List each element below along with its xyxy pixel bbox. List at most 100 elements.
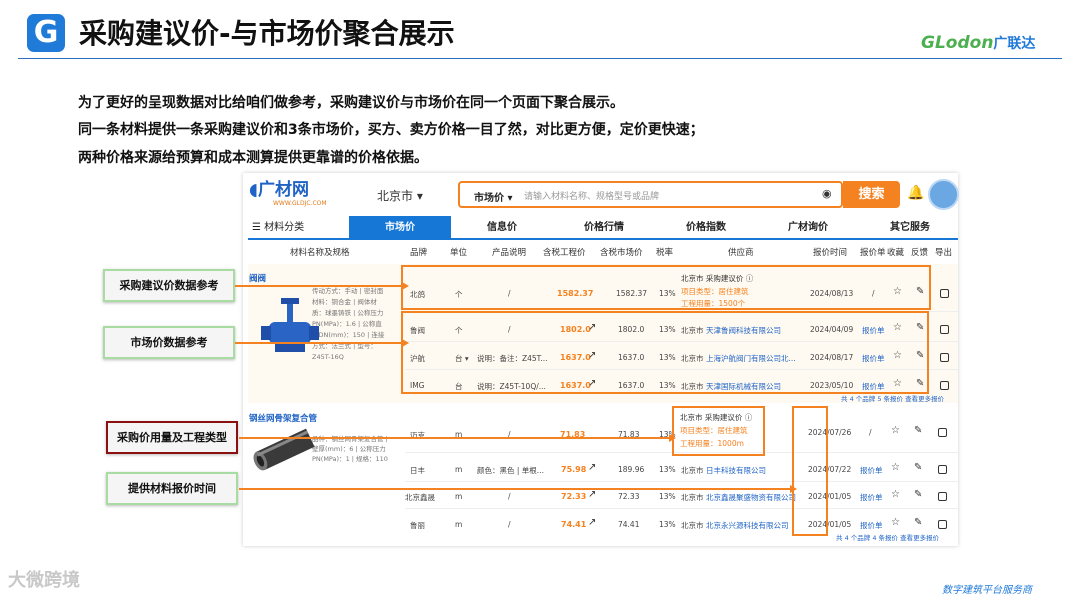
city-select[interactable]: 北京市 ▾ — [377, 187, 423, 204]
col-header-quote: 报价单 — [860, 248, 886, 258]
g2r3-export-checkbox[interactable] — [938, 492, 947, 501]
col-header-supplier: 供应商 — [728, 248, 754, 258]
avatar[interactable] — [928, 179, 959, 210]
col-header-mkt-price[interactable]: 含税市场价 — [600, 246, 643, 258]
brand-logo-icon: G — [27, 14, 65, 52]
col-header-eng-price[interactable]: 含税工程价 — [543, 246, 586, 258]
g2r3-supplier-link[interactable]: 北京鑫晟聚盛物资有限公司 — [706, 492, 796, 503]
arrow-line — [235, 342, 403, 344]
callout-quote-time: 提供材料报价时间 — [106, 472, 238, 505]
col-header-time: 报价时间 — [813, 248, 848, 258]
g2r2-export-checkbox[interactable] — [938, 465, 947, 474]
tab-info-price[interactable]: 信息价 — [451, 216, 553, 240]
slide-title: 采购建议价-与市场价聚合展示 — [79, 17, 455, 50]
intro-line-1: 为了更好的呈现数据对比给咱们做参考，采购建议价与市场价在同一个页面下聚合展示。 — [78, 95, 624, 111]
g2r3-trend-icon[interactable]: ↗ — [588, 489, 596, 500]
gcw-logo-sub: WWW.GLDJC.COM — [273, 200, 327, 207]
search-input[interactable]: 请输入材料名称、规格型号或品牌 — [524, 189, 659, 202]
pipe-image — [253, 428, 315, 471]
g2r4-tax: 13% — [659, 520, 676, 529]
tab-price-index[interactable]: 价格指数 — [655, 216, 757, 240]
tab-inquiry[interactable]: 广材询价 — [757, 216, 859, 240]
g2r4-trend-icon[interactable]: ↗ — [588, 517, 596, 528]
g2r3-unit: m — [455, 492, 463, 501]
row-divider — [405, 508, 958, 509]
watermark: 大微跨境 — [8, 570, 80, 591]
callout-usage-project-type: 采购价用量及工程类型 — [106, 421, 238, 454]
row-divider — [405, 481, 958, 482]
highlight-usage-type — [672, 406, 765, 456]
gcw-logo[interactable]: ◖广材网 — [249, 181, 309, 199]
glodon-brand: GLodon — [921, 33, 994, 53]
arrow-line — [239, 437, 671, 439]
g2r1-export-checkbox[interactable] — [938, 428, 947, 437]
g2r1-brand: 迈克 — [410, 431, 425, 440]
material-name-1[interactable]: 阀阀 — [249, 272, 266, 284]
g2r4-edit-icon[interactable]: ✎ — [914, 517, 922, 528]
g1-more-quotes-link[interactable]: 共 4 个品牌 5 条报价 查看更多报价 — [841, 393, 944, 403]
g2r2-eng-price: 75.98 — [561, 465, 587, 474]
tab-market-price[interactable]: 市场价 — [349, 216, 451, 240]
g2r2-trend-icon[interactable]: ↗ — [588, 462, 596, 473]
g1r2-export-checkbox[interactable] — [940, 325, 949, 334]
g2r2-mkt-price: 189.96 — [618, 465, 645, 474]
g2r4-star-icon[interactable]: ☆ — [891, 517, 900, 528]
g2r2-star-icon[interactable]: ☆ — [891, 462, 900, 473]
g2r3-star-icon[interactable]: ☆ — [891, 489, 900, 500]
g2r2-brand: 日丰 — [410, 466, 425, 475]
g2r2-sup1: 北京市 — [681, 466, 704, 475]
footer-tagline: 数字建筑平台服务商 — [942, 585, 1032, 596]
highlight-suggested-price-row — [401, 265, 931, 310]
material-name-2[interactable]: 钢丝网骨架复合管 — [249, 412, 317, 424]
g2r2-tax: 13% — [659, 465, 676, 474]
g2r4-brand: 鲁丽 — [410, 521, 425, 530]
col-header-name: 材料名称及规格 — [290, 248, 350, 258]
col-header-unit: 单位 — [450, 248, 468, 258]
g2r3-brand: 北京鑫晟 — [405, 493, 435, 502]
valve-image — [261, 298, 319, 352]
tab-price-trend[interactable]: 价格行情 — [553, 216, 655, 240]
g2r4-quote-link[interactable]: 报价单 — [860, 520, 883, 531]
callout-suggested-price: 采购建议价数据参考 — [103, 269, 235, 302]
g1r4-export-checkbox[interactable] — [940, 381, 949, 390]
g2r1-edit-icon[interactable]: ✎ — [914, 425, 922, 436]
g2r4-sup1: 北京市 — [681, 521, 704, 530]
g2r4-unit: m — [455, 520, 463, 529]
col-header-fav: 收藏 — [887, 248, 905, 258]
g2r3-mkt-price: 72.33 — [618, 492, 640, 501]
header-divider — [18, 58, 1062, 59]
g2r2-quote-link[interactable]: 报价单 — [860, 465, 883, 476]
arrow-head-icon — [402, 339, 409, 347]
camera-icon[interactable]: ◉ — [822, 187, 832, 200]
col-header-feedback: 反馈 — [911, 248, 929, 258]
bell-icon[interactable]: 🔔 — [907, 185, 924, 201]
glodon-logo: GLodon广联达 — [921, 33, 1035, 54]
g2r4-export-checkbox[interactable] — [938, 520, 947, 529]
search-type-select[interactable]: 市场价 ▾ — [474, 189, 513, 204]
col-header-desc: 产品说明 — [492, 248, 527, 258]
arrow-line — [235, 285, 403, 287]
g2r4-mkt-price: 74.41 — [618, 520, 640, 529]
col-header-brand: 品牌 — [410, 248, 428, 258]
search-button[interactable]: 搜索 — [843, 181, 900, 208]
g2r2-supplier-link[interactable]: 日丰科技有限公司 — [706, 465, 766, 476]
gcw-logo-text: 广材网 — [257, 180, 309, 200]
g2r3-quote-link[interactable]: 报价单 — [860, 492, 883, 503]
g2r3-edit-icon[interactable]: ✎ — [914, 489, 922, 500]
arrow-head-icon — [669, 434, 676, 442]
g2r1-star-icon[interactable]: ☆ — [891, 425, 900, 436]
g2r3-eng-price: 72.33 — [561, 492, 587, 501]
g1r3-export-checkbox[interactable] — [940, 353, 949, 362]
arrow-head-icon — [402, 282, 409, 290]
g2-more-quotes-link[interactable]: 共 4 个品牌 4 条报价 查看更多报价 — [836, 532, 939, 542]
arrow-line — [239, 488, 793, 490]
g1r1-export-checkbox[interactable] — [940, 289, 949, 298]
tab-other-services[interactable]: 其它服务 — [859, 216, 961, 240]
g2r4-supplier-link[interactable]: 北京永兴源科技有限公司 — [706, 520, 789, 531]
material-category-menu[interactable]: ☰ 材料分类 — [252, 216, 332, 240]
g2r3-tax: 13% — [659, 492, 676, 501]
material-group-2 — [248, 406, 958, 543]
g2r1-quote: / — [869, 428, 872, 437]
g2r2-edit-icon[interactable]: ✎ — [914, 462, 922, 473]
g2r3-desc: / — [508, 492, 511, 501]
